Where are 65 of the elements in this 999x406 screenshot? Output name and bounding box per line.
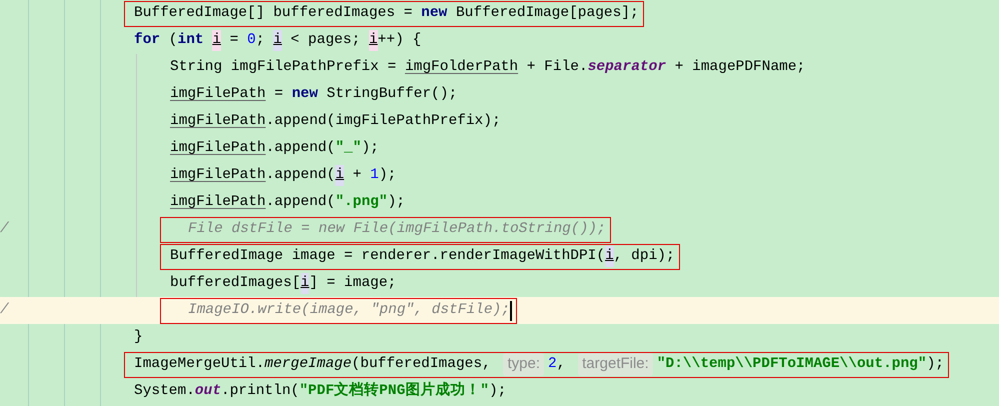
code-text: < pages; bbox=[290, 30, 362, 50]
keyword: new bbox=[292, 84, 318, 104]
code-text: BufferedImage image = renderer.renderImageWithDPI( bbox=[170, 246, 606, 266]
code-text: = bbox=[228, 30, 240, 50]
code-text: ); bbox=[378, 166, 396, 185]
string-literal: ".png" bbox=[335, 192, 388, 212]
code-text: , dpi); bbox=[614, 246, 675, 266]
variable-name: imgFolderPath bbox=[404, 58, 518, 77]
loop-variable: i bbox=[300, 272, 310, 294]
code-text: (bufferedImages, bbox=[352, 354, 492, 374]
parameter-hint: type: bbox=[503, 353, 544, 376]
loop-variable: i bbox=[273, 30, 282, 52]
code-text: ImageMergeUtil. bbox=[134, 354, 265, 374]
gutter-mark: / bbox=[0, 300, 9, 320]
static-method: mergeImage bbox=[264, 354, 352, 374]
loop-variable: i bbox=[335, 164, 344, 186]
code-text: = bbox=[273, 84, 284, 104]
code-text: System. bbox=[134, 382, 195, 401]
static-field: separator bbox=[588, 56, 666, 78]
gutter-mark: / bbox=[0, 220, 9, 239]
code-text: + bbox=[352, 166, 362, 185]
code-text: + File. bbox=[526, 58, 588, 77]
code-text: + imagePDFName; bbox=[674, 58, 806, 77]
code-comment: ImageIO.write(image, "png", dstFile); bbox=[188, 300, 510, 320]
code-text: ); bbox=[388, 192, 405, 212]
number-literal: 2 bbox=[548, 354, 557, 374]
keyword: for bbox=[134, 30, 160, 50]
loop-variable: i bbox=[212, 30, 222, 52]
code-text: BufferedImage[pages]; bbox=[454, 4, 639, 23]
code-text: , bbox=[556, 354, 566, 374]
static-field: out bbox=[194, 380, 222, 402]
code-text: StringBuffer(); bbox=[326, 84, 458, 104]
variable-name: imgFilePath bbox=[170, 138, 266, 158]
code-text: .append(imgFilePathPrefix); bbox=[266, 112, 501, 131]
code-text: .append( bbox=[266, 166, 336, 185]
code-text: ; bbox=[256, 30, 266, 50]
code-text: .append( bbox=[266, 192, 336, 212]
code-text: .println( bbox=[221, 382, 300, 401]
loop-variable: i bbox=[368, 30, 378, 52]
string-literal: "PDF文档转PNG图片成功！" bbox=[299, 380, 489, 401]
variable-name: imgFilePath bbox=[170, 192, 266, 212]
code-text: BufferedImage[] bufferedImages = bbox=[134, 4, 414, 23]
code-text: } bbox=[134, 328, 143, 347]
keyword: int bbox=[178, 30, 205, 50]
string-literal: "_" bbox=[335, 138, 362, 158]
code-text: ( bbox=[168, 30, 178, 50]
code-text: ); bbox=[926, 354, 944, 374]
code-text: ++) { bbox=[378, 30, 422, 50]
code-text: ); bbox=[488, 382, 506, 401]
number-literal: 1 bbox=[370, 166, 379, 185]
code-text: ] = image; bbox=[309, 274, 396, 293]
code-comment: File dstFile = new File(imgFilePath.toString()); bbox=[188, 220, 606, 239]
code-text: String imgFilePathPrefix = bbox=[170, 58, 398, 77]
string-literal: "D:\\temp\\PDFToIMAGE\\out.png" bbox=[656, 354, 927, 374]
number-literal: 0 bbox=[247, 30, 256, 50]
variable-name: imgFilePath bbox=[170, 112, 266, 131]
code-text: bufferedImages[ bbox=[170, 274, 301, 293]
code-text: ); bbox=[361, 138, 379, 158]
parameter-hint: targetFile: bbox=[578, 353, 653, 376]
text-cursor bbox=[510, 300, 512, 320]
variable-name: imgFilePath bbox=[170, 166, 266, 185]
code-text: .append( bbox=[266, 138, 336, 158]
variable-name: imgFilePath bbox=[170, 84, 266, 104]
keyword: new bbox=[421, 4, 448, 23]
loop-variable: i bbox=[605, 246, 614, 268]
